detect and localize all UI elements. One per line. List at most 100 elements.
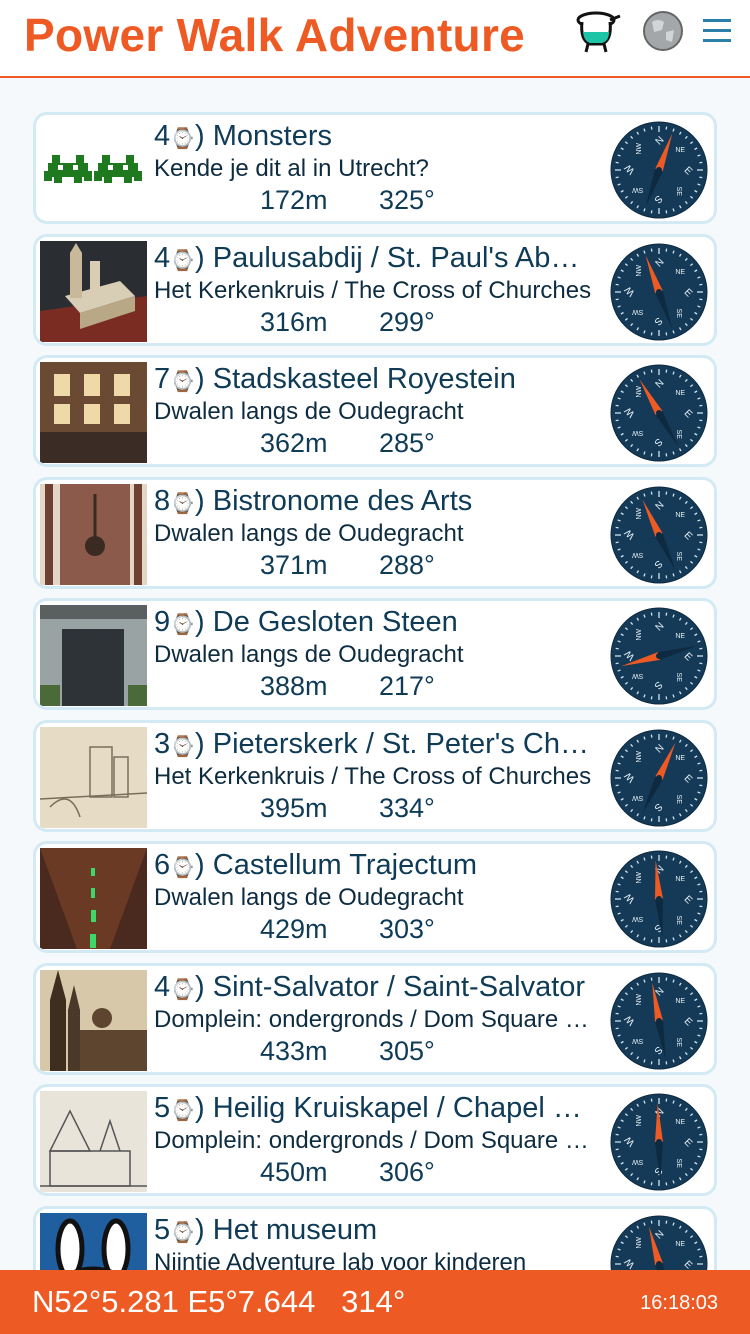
compass-icon: NNEESESSWWNW <box>610 243 708 341</box>
bearing: 325° <box>379 185 435 215</box>
svg-text:SE: SE <box>675 673 682 683</box>
svg-text:SE: SE <box>675 916 682 926</box>
distance: 371m <box>260 549 328 580</box>
compass-icon: NNEESESSWWNW <box>610 486 708 584</box>
stop-number: 6 <box>154 849 171 881</box>
location-subtitle: Dwalen langs de Oudegracht <box>154 398 464 425</box>
location-subtitle: Het Kerkenkruis / The Cross of Churches <box>154 276 592 304</box>
location-thumbnail <box>40 240 147 342</box>
location-name: Heilig Kruiskapel / Chapel of the Holy C… <box>212 1092 594 1124</box>
location-title: 7⌚) Stadskasteel Royestein <box>154 363 516 395</box>
compass-icon: NNEESESSWWNW <box>610 1093 708 1191</box>
bearing: 306° <box>379 1157 435 1187</box>
location-name: De Gesloten Steen <box>212 606 458 638</box>
distance: 388m <box>260 671 328 701</box>
svg-text:NW: NW <box>636 264 643 276</box>
walk-icon: ⌚ <box>170 1221 196 1244</box>
location-card[interactable]: 5⌚) Heilig Kruiskapel / Chapel of the Ho… <box>33 1084 717 1196</box>
svg-text:NW: NW <box>636 872 643 884</box>
stop-number: 4 <box>154 241 171 274</box>
location-name: Paulusabdij / St. Paul's Abbey <box>212 241 594 274</box>
location-title: 6⌚) Castellum Trajectum <box>154 849 478 881</box>
svg-text:SW: SW <box>632 551 644 558</box>
location-name: Sint-Salvator / Saint-Salvator <box>212 970 586 1003</box>
svg-text:NW: NW <box>636 143 643 155</box>
location-subtitle: Dwalen langs de Oudegracht <box>154 884 464 911</box>
svg-text:NE: NE <box>675 511 685 518</box>
distance: 172m <box>260 185 328 215</box>
location-card[interactable]: 3⌚) Pieterskerk / St. Peter's Church Het … <box>33 719 717 832</box>
stop-number: 4 <box>154 970 171 1003</box>
location-title: 4⌚) Paulusabdij / St. Paul's Abbey <box>154 242 594 275</box>
distance: 450m <box>260 1157 328 1187</box>
location-title: 8⌚) Bistronome des Arts <box>154 484 473 517</box>
location-thumbnail <box>40 605 147 706</box>
location-subtitle: Domplein: ondergronds / Dom Square under… <box>154 1005 600 1033</box>
svg-text:SW: SW <box>632 1158 644 1165</box>
stop-number: 5 <box>154 1213 171 1246</box>
location-card[interactable]: 6⌚) Castellum Trajectum Dwalen langs de O… <box>33 841 717 953</box>
location-card[interactable]: 4⌚) Monsters Kende je dit al in Utrecht? 1… <box>33 112 717 224</box>
location-name: Castellum Trajectum <box>212 849 478 881</box>
svg-text:NW: NW <box>636 507 643 519</box>
svg-text:NE: NE <box>675 1240 685 1247</box>
location-card[interactable]: 4⌚) Paulusabdij / St. Paul's Abbey Het Ke… <box>33 233 717 346</box>
svg-text:SE: SE <box>675 187 682 197</box>
distance: 362m <box>260 428 328 458</box>
location-card[interactable]: 4⌚) Sint-Salvator / Saint-Salvator Domple… <box>33 962 717 1075</box>
svg-text:NW: NW <box>636 629 643 641</box>
svg-text:NE: NE <box>675 1119 685 1126</box>
menu-icon[interactable] <box>700 14 734 48</box>
svg-text:SW: SW <box>632 794 644 801</box>
distance: 395m <box>260 792 328 823</box>
location-title: 4⌚) Sint-Salvator / Saint-Salvator <box>154 970 586 1003</box>
bearing: 334° <box>379 792 435 823</box>
gps-coordinates: N52°5.281 E5°7.644 314° <box>32 1284 406 1319</box>
location-thumbnail <box>40 362 147 463</box>
location-card[interactable]: 7⌚) Stadskasteel Royestein Dwalen langs d… <box>33 355 717 467</box>
stop-number: 9 <box>154 606 171 638</box>
svg-text:SW: SW <box>632 915 644 922</box>
bearing: 217° <box>379 671 435 701</box>
location-thumbnail <box>40 969 147 1071</box>
status-bar: N52°5.281 E5°7.644 314° 16:18:03 <box>0 1270 750 1334</box>
svg-text:SE: SE <box>675 308 682 318</box>
distance: 429m <box>260 914 328 944</box>
svg-text:SE: SE <box>675 430 682 440</box>
walk-icon: ⌚ <box>170 614 196 636</box>
svg-text:NE: NE <box>675 754 685 761</box>
stop-number: 3 <box>154 727 171 760</box>
bearing: 303° <box>379 914 435 944</box>
svg-text:NE: NE <box>675 390 685 397</box>
location-thumbnail <box>40 726 147 828</box>
svg-text:NW: NW <box>636 386 643 398</box>
walk-icon: ⌚ <box>170 128 196 150</box>
location-title: 5⌚) Het museum <box>154 1213 378 1246</box>
app-header: Power Walk Adventure <box>0 0 750 78</box>
svg-text:NW: NW <box>636 993 643 1005</box>
walk-icon: ⌚ <box>170 249 196 272</box>
svg-text:NE: NE <box>675 876 685 883</box>
bearing: 299° <box>379 306 435 337</box>
svg-text:SW: SW <box>632 672 644 679</box>
compass-icon: NNEESESSWWNW <box>610 121 708 219</box>
globe-icon[interactable] <box>642 10 684 52</box>
location-thumbnail <box>40 119 147 220</box>
svg-text:NE: NE <box>675 633 685 640</box>
compass-icon: NNEESESSWWNW <box>610 729 708 827</box>
svg-text:SE: SE <box>675 1159 682 1169</box>
location-card[interactable]: 8⌚) Bistronome des Arts Dwalen langs de O… <box>33 476 717 589</box>
svg-text:NE: NE <box>675 997 685 1004</box>
walk-icon: ⌚ <box>170 978 196 1001</box>
walk-icon: ⌚ <box>170 1100 196 1122</box>
stop-number: 7 <box>154 363 171 395</box>
location-name: Het museum <box>212 1213 378 1246</box>
bearing: 305° <box>379 1035 435 1066</box>
compass-icon: NNEESESSWWNW <box>610 850 708 948</box>
location-subtitle: Domplein: ondergronds / Dom Square under… <box>154 1127 600 1154</box>
location-thumbnail <box>40 1091 147 1192</box>
potion-icon[interactable] <box>576 10 622 54</box>
svg-text:NW: NW <box>636 1115 643 1127</box>
app-title: Power Walk Adventure <box>24 9 526 61</box>
location-card[interactable]: 9⌚) De Gesloten Steen Dwalen langs de Oud… <box>33 598 717 710</box>
